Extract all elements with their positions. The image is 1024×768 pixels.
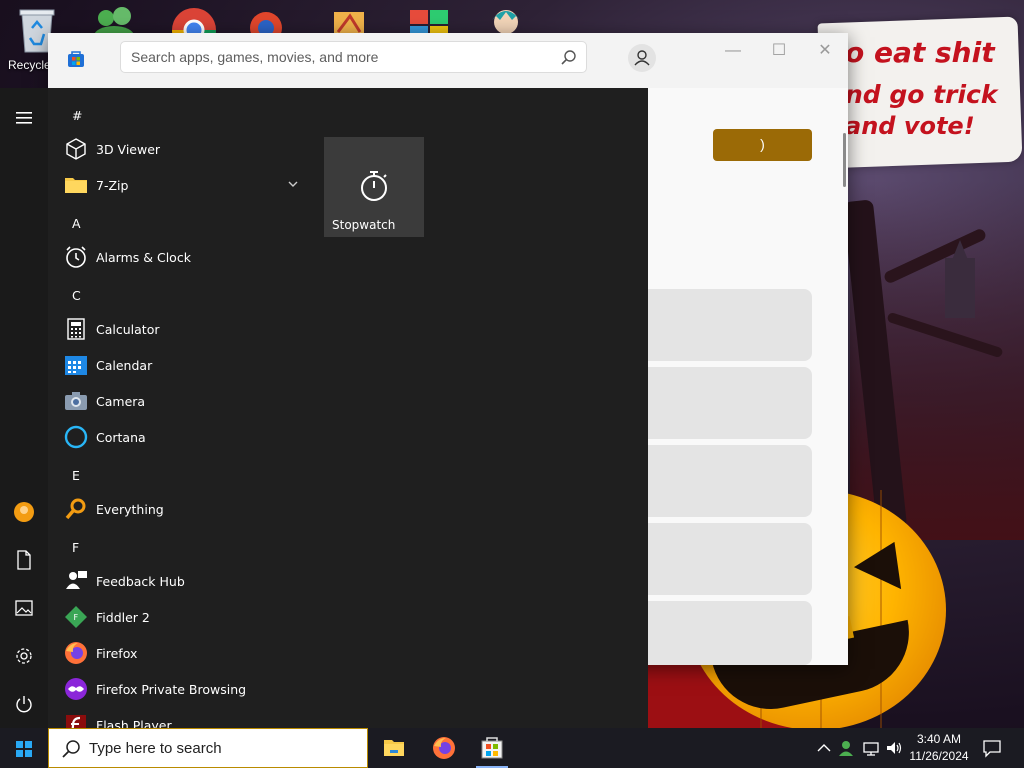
wallpaper-text-line: o eat shit: [845, 36, 995, 69]
app-item-everything[interactable]: Everything: [56, 491, 314, 527]
close-button[interactable]: ✕: [802, 37, 848, 67]
account-avatar-icon[interactable]: [628, 44, 656, 72]
app-label: Firefox Private Browsing: [96, 681, 247, 697]
section-header[interactable]: C: [72, 288, 81, 303]
app-label: Fiddler 2: [96, 609, 150, 625]
wallpaper-church: [945, 258, 975, 318]
app-label: Cortana: [96, 429, 146, 445]
network-icon[interactable]: [862, 739, 880, 757]
folder-icon: [64, 173, 88, 197]
clock-time: 3:40 AM: [916, 732, 962, 746]
chevron-up-icon[interactable]: [815, 739, 833, 757]
magnifier-icon: [64, 497, 88, 521]
app-label: 7-Zip: [96, 177, 129, 193]
store-search-box[interactable]: [120, 41, 587, 73]
section-header[interactable]: A: [72, 216, 81, 231]
app-item-flash-player[interactable]: Flash Player: [56, 707, 314, 728]
store-card[interactable]: [648, 367, 812, 439]
app-item-calendar[interactable]: Calendar: [56, 347, 314, 383]
app-label: Firefox: [96, 645, 138, 661]
flash-icon: [64, 713, 88, 728]
section-header[interactable]: F: [72, 540, 79, 555]
user-avatar-icon[interactable]: [12, 500, 36, 524]
chevron-down-icon[interactable]: [286, 177, 300, 191]
private-browsing-icon: [64, 677, 88, 701]
app-item-alarms-clock[interactable]: Alarms & Clock: [56, 239, 314, 275]
taskbar-search-box[interactable]: Type here to search: [48, 728, 368, 768]
documents-icon[interactable]: [12, 548, 36, 572]
app-item-feedback-hub[interactable]: Feedback Hub: [56, 563, 314, 599]
calendar-icon: [64, 353, 88, 377]
fiddler-icon: F: [64, 605, 88, 629]
firefox-icon[interactable]: [420, 728, 468, 768]
pictures-icon[interactable]: [12, 596, 36, 620]
settings-gear-icon[interactable]: [12, 644, 36, 668]
clock-date: 11/26/2024: [909, 749, 969, 763]
wallpaper-text-line: and vote!: [845, 112, 975, 140]
app-label: Flash Player: [96, 717, 172, 729]
search-icon: [61, 739, 81, 759]
taskbar-clock[interactable]: 3:40 AM 11/26/2024: [904, 731, 974, 765]
start-menu-rail: [0, 88, 48, 728]
hamburger-menu-icon[interactable]: [12, 106, 36, 130]
app-label: Calculator: [96, 321, 160, 337]
store-card[interactable]: [648, 523, 812, 595]
store-titlebar: — ☐ ✕: [48, 33, 848, 88]
section-header[interactable]: E: [72, 468, 80, 483]
app-label: 3D Viewer: [96, 141, 161, 157]
start-button[interactable]: [0, 728, 48, 768]
microsoft-store-icon[interactable]: [468, 728, 516, 768]
app-label: Alarms & Clock: [96, 249, 191, 265]
app-label: Feedback Hub: [96, 573, 185, 589]
pumpkin-rib: [880, 490, 882, 728]
wallpaper-church-spire: [952, 240, 968, 260]
cortana-icon: [64, 425, 88, 449]
taskbar-search-placeholder[interactable]: Type here to search: [89, 740, 222, 757]
app-label: Camera: [96, 393, 146, 409]
app-label: Everything: [96, 501, 164, 517]
store-card[interactable]: [648, 289, 812, 361]
people-tray-icon[interactable]: [838, 739, 856, 757]
store-scrollbar[interactable]: [843, 133, 846, 187]
app-item-firefox[interactable]: Firefox: [56, 635, 314, 671]
camera-icon: [64, 389, 88, 413]
app-item-calculator[interactable]: Calculator: [56, 311, 314, 347]
store-search-input[interactable]: [131, 42, 551, 72]
app-item-3d-viewer[interactable]: 3D Viewer: [56, 131, 314, 167]
svg-text:F: F: [74, 613, 79, 622]
volume-icon[interactable]: [885, 739, 903, 757]
taskbar: Type here to search 3:40 AM 11/26/2024: [0, 728, 1024, 768]
maximize-button[interactable]: ☐: [756, 37, 802, 67]
cube-icon: [64, 137, 88, 161]
app-item-cortana[interactable]: Cortana: [56, 419, 314, 455]
tile-label: Stopwatch: [332, 218, 396, 232]
app-item-camera[interactable]: Camera: [56, 383, 314, 419]
app-item-firefox-private[interactable]: Firefox Private Browsing: [56, 671, 314, 707]
minimize-button[interactable]: —: [710, 37, 756, 67]
store-card[interactable]: [648, 601, 812, 665]
calculator-icon: [64, 317, 88, 341]
notification-center-icon[interactable]: [982, 738, 1002, 758]
power-icon[interactable]: [12, 692, 36, 716]
section-header[interactable]: #: [72, 108, 82, 123]
store-action-button[interactable]: ): [713, 129, 812, 161]
wallpaper-text-line: nd go trick: [845, 80, 998, 109]
firefox-icon: [64, 641, 88, 665]
tile-stopwatch[interactable]: Stopwatch: [324, 137, 424, 237]
recycle-bin-label[interactable]: Recycle: [8, 58, 51, 72]
app-item-fiddler-2[interactable]: F Fiddler 2: [56, 599, 314, 635]
app-item-7-zip[interactable]: 7-Zip: [56, 167, 314, 203]
store-logo-icon: [67, 50, 85, 68]
alarm-clock-icon: [64, 245, 88, 269]
store-card[interactable]: [648, 445, 812, 517]
file-explorer-icon[interactable]: [370, 728, 418, 768]
app-label: Calendar: [96, 357, 153, 373]
feedback-icon: [64, 569, 88, 593]
search-icon[interactable]: [560, 49, 578, 67]
stopwatch-icon: [358, 169, 390, 203]
start-app-list: # 3D Viewer 7-Zip A Alarms & Clock C Cal…: [48, 88, 318, 728]
